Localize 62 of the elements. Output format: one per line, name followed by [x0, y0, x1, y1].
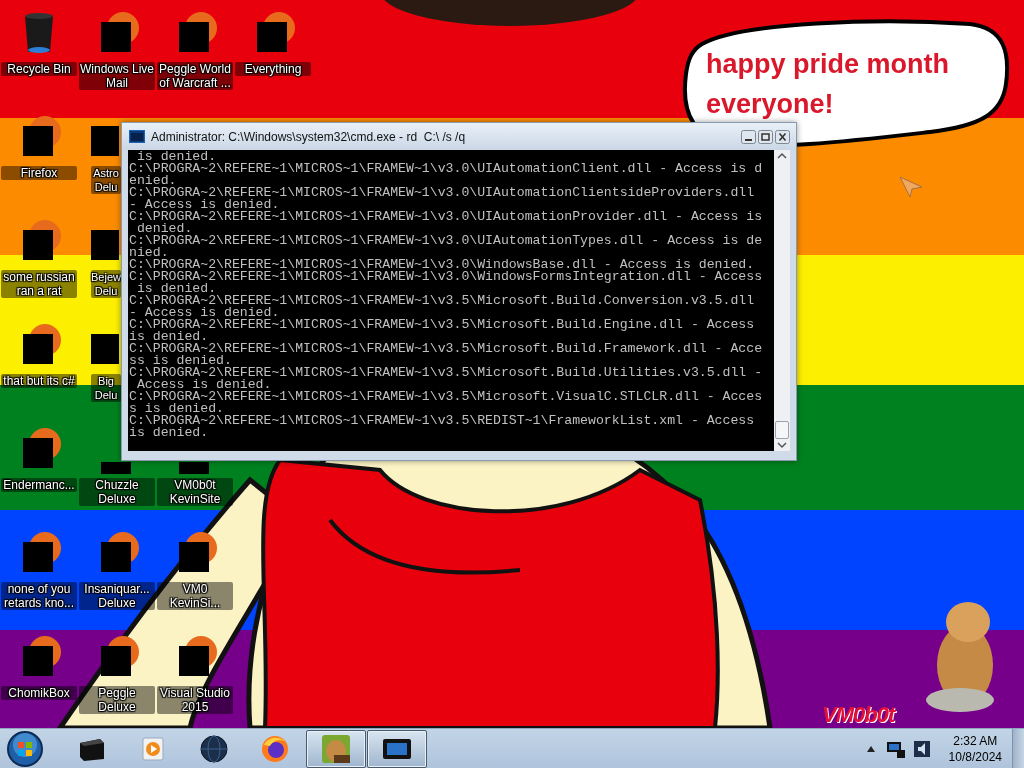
console-line: is denied.	[129, 331, 209, 343]
console-line: C:\PROGRA~2\REFERE~1\MICROS~1\FRAMEW~1\v3.0\UIAutomationClient.dll - Access is d	[129, 163, 764, 175]
console-line: C:\PROGRA~2\REFERE~1\MICROS~1\FRAMEW~1\v3.0\UIAutomationClientsideProviders.dll	[129, 187, 756, 199]
console-line: denied.	[136, 223, 193, 235]
console-line: C:\PROGRA~2\REFERE~1\MICROS~1\FRAMEW~1\v3.5\Microsoft.Build.Utilities.v3.5.dll -	[129, 367, 764, 379]
console-line: enied.	[129, 175, 177, 187]
globe-icon	[198, 733, 230, 765]
icon-label[interactable]: Peggle Deluxe	[79, 686, 155, 714]
icon-label[interactable]: Insaniquar... Deluxe	[79, 582, 155, 610]
icon-label[interactable]: Everything	[235, 62, 311, 76]
console-line: C:\PROGRA~2\REFERE~1\MICROS~1\FRAMEW~1\v3.5\REDIST~1\FrameworkList.xml - Access	[129, 415, 756, 427]
console-line: C:\PROGRA~2\REFERE~1\MICROS~1\FRAMEW~1\v3.5\Microsoft.Build.Framework.dll - Acce	[129, 343, 764, 355]
bubble-text: happy pride month everyone!	[706, 48, 950, 121]
maximize-button[interactable]	[758, 129, 773, 144]
icon-label[interactable]: Astro Delu	[91, 166, 121, 194]
signature-text: VM0b0t	[822, 702, 895, 728]
clock-date[interactable]: 10/8/2024	[948, 749, 1002, 765]
scroll-down-icon[interactable]	[774, 439, 790, 451]
icon-label[interactable]: Bejew Delu	[91, 270, 121, 298]
icon-label[interactable]: some russian ran a rat	[1, 270, 77, 298]
icon-label[interactable]: VM0 KevinSi...	[157, 582, 233, 610]
console-line: C:\PROGRA~2\REFERE~1\MICROS~1\FRAMEW~1\v3.5\Microsoft.Build.Conversion.v3.5.dll	[129, 295, 756, 307]
start-button[interactable]	[6, 730, 44, 768]
icon-label[interactable]: Peggle World of Warcraft ...	[157, 62, 233, 90]
console-line: C:\PROGRA~2\REFERE~1\MICROS~1\FRAMEW~1\v3.0\WindowsBase.dll - Access is denied.	[129, 259, 755, 271]
console-line: Access is denied.	[136, 379, 272, 391]
console-line: C:\PROGRA~2\REFERE~1\MICROS~1\FRAMEW~1\v3.5\Microsoft.Build.Engine.dll - Access	[129, 319, 756, 331]
console-line: is denied.	[129, 427, 210, 439]
icon-label[interactable]: Endermanc...	[1, 478, 77, 492]
firefox-icon	[259, 733, 291, 765]
scroll-thumb[interactable]	[775, 421, 789, 439]
taskbar-button[interactable]	[367, 730, 427, 768]
icon-label[interactable]: none of you retards kno...	[1, 582, 77, 610]
console-line: C:\PROGRA~2\REFERE~1\MICROS~1\FRAMEW~1\v3.0\UIAutomationTypes.dll - Access is de	[129, 235, 764, 247]
console-line: C:\PROGRA~2\REFERE~1\MICROS~1\FRAMEW~1\v3.0\UIAutomationProvider.dll - Access is	[129, 211, 764, 223]
minimize-button[interactable]	[741, 129, 756, 144]
close-button[interactable]	[775, 129, 790, 144]
icon-label[interactable]: Firefox	[1, 166, 77, 180]
icon-label[interactable]: that but its c#	[1, 374, 77, 388]
icon-label[interactable]: Chuzzle Deluxe	[79, 478, 155, 506]
hamster-icon	[320, 733, 352, 765]
console-line: - Access is denied.	[129, 307, 280, 319]
console-line: - Access is denied.	[129, 199, 280, 211]
cursor-icon	[898, 175, 924, 199]
console-line: is denied.	[136, 151, 217, 163]
console-line: C:\PROGRA~2\REFERE~1\MICROS~1\FRAMEW~1\v3.0\WindowsFormsIntegration.dll - Access	[129, 271, 764, 283]
scrollbar[interactable]	[774, 150, 790, 451]
console-line: nied.	[129, 247, 169, 259]
taskbar-button[interactable]	[306, 730, 366, 768]
icon-label[interactable]: Windows Live Mail	[79, 62, 155, 90]
console-icon	[129, 130, 145, 143]
console-line: s is denied.	[129, 403, 224, 415]
console-line: ss is denied.	[129, 355, 232, 367]
icon-label[interactable]: Recycle Bin	[1, 62, 77, 76]
console-line: C:\PROGRA~2\REFERE~1\MICROS~1\FRAMEW~1\v3.5\Microsoft.VisualC.STLCLR.dll - Acces	[129, 391, 764, 403]
icon-label[interactable]: Visual Studio 2015	[157, 686, 233, 714]
clock-time[interactable]: 2:32 AM	[953, 733, 998, 749]
icon-label[interactable]: Big Delu	[91, 374, 121, 402]
window-title: Administrator: C:\Windows\system32\cmd.exe - rd C:\ /s /q	[151, 129, 467, 144]
icon-label[interactable]: VM0b0t KevinSite	[157, 478, 233, 506]
console-line: is denied.	[136, 283, 217, 295]
icon-label[interactable]: ChomikBox	[1, 686, 77, 700]
